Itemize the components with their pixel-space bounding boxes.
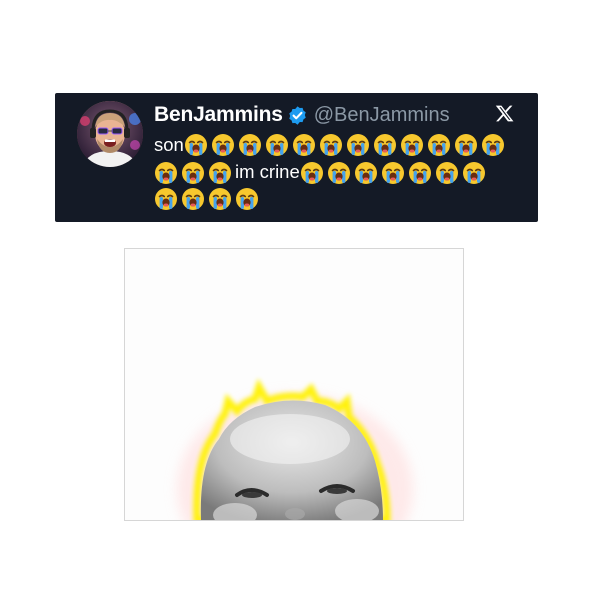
loudly-crying-face-icon — [435, 162, 458, 185]
handle[interactable]: @BenJammins — [314, 104, 450, 127]
tweet-media-image[interactable] — [124, 248, 464, 521]
loudly-crying-face-icon — [238, 133, 261, 156]
tweet-text-son: son — [154, 134, 184, 155]
loudly-crying-face-icon — [319, 133, 342, 156]
loudly-crying-face-icon — [454, 133, 477, 156]
loudly-crying-face-icon — [209, 187, 231, 210]
loudly-crying-face-icon — [427, 133, 450, 156]
verified-badge-icon — [288, 105, 306, 125]
loudly-crying-face-icon — [184, 133, 207, 156]
loudly-crying-face-icon — [346, 133, 369, 156]
loudly-crying-face-icon — [354, 162, 377, 185]
avatar[interactable] — [77, 101, 143, 167]
display-name[interactable]: BenJammins — [154, 103, 283, 127]
tweet-text-im-crine: im crine — [235, 161, 300, 182]
loudly-crying-face-icon — [236, 187, 258, 210]
loudly-crying-face-icon — [481, 133, 504, 156]
tweet-text: son im crine — [154, 131, 514, 212]
loudly-crying-face-icon — [182, 162, 204, 185]
loudly-crying-face-icon — [381, 162, 404, 185]
loudly-crying-face-icon — [211, 133, 234, 156]
loudly-crying-face-icon — [265, 133, 288, 156]
loudly-crying-face-icon — [373, 133, 396, 156]
tweet-line-1: son — [154, 131, 514, 158]
loudly-crying-face-icon — [155, 187, 177, 210]
baby-face-image — [125, 249, 463, 520]
tweet-card[interactable]: BenJammins @BenJammins son im crine — [55, 93, 538, 222]
loudly-crying-face-icon — [327, 162, 350, 185]
tweet-line-3 — [154, 185, 514, 212]
loudly-crying-face-icon — [462, 162, 485, 185]
loudly-crying-face-icon — [182, 187, 204, 210]
loudly-crying-face-icon — [408, 162, 431, 185]
tweet-line-2: im crine — [154, 158, 514, 185]
tweet-header: BenJammins @BenJammins — [154, 102, 450, 128]
loudly-crying-face-icon — [400, 133, 423, 156]
screenshot-stage: BenJammins @BenJammins son im crine — [0, 0, 600, 600]
loudly-crying-face-icon — [300, 162, 323, 185]
loudly-crying-face-icon — [292, 133, 315, 156]
avatar-image — [77, 101, 143, 167]
x-logo-icon[interactable] — [495, 104, 514, 123]
loudly-crying-face-icon — [155, 162, 177, 185]
loudly-crying-face-icon — [209, 162, 231, 185]
